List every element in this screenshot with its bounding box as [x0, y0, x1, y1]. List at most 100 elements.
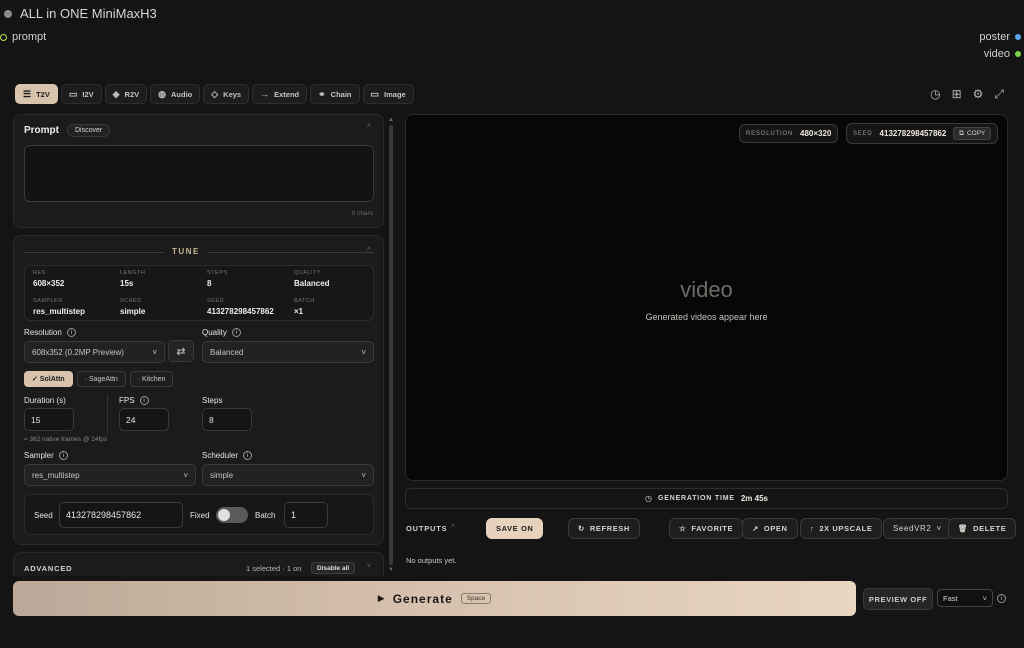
seed-input[interactable]: 413278298457862 [59, 502, 183, 528]
chip-solattn[interactable]: ✓ SolAttn [24, 371, 73, 387]
delete-button[interactable]: 🗑 DELETE [948, 518, 1017, 539]
tab-audio[interactable]: ◍ Audio [150, 84, 201, 104]
seed-label: Seed [34, 511, 53, 520]
summary-quality[interactable]: QUALITY Balanced [286, 266, 373, 293]
scroll-up-icon[interactable]: ▲ [388, 117, 394, 123]
info-icon[interactable]: i [243, 451, 253, 460]
output-port-icon [1015, 34, 1021, 40]
stat-value: ×1 [294, 307, 304, 316]
left-scrollbar[interactable]: ▲ ▼ [388, 117, 394, 573]
quality-select[interactable]: Balanced ˅ [202, 341, 374, 363]
stat-value: 413278298457862 [207, 307, 274, 316]
batch-input[interactable]: 1 [284, 502, 328, 528]
info-icon[interactable]: i [58, 451, 68, 460]
link-icon: ⚭ [318, 88, 326, 99]
tab-keys[interactable]: ◇ Keys [203, 84, 250, 104]
prompt-input[interactable] [24, 145, 374, 202]
duration-label: Duration (s) [24, 396, 66, 405]
star-icon: ☆ [679, 524, 687, 533]
sampler-select[interactable]: res_multistep ˅ [24, 464, 196, 486]
chip-kitchen[interactable]: · Kitchen [129, 371, 174, 387]
resolution-select[interactable]: 608x352 (0.2MP Preview) ˅ [24, 341, 165, 363]
swap-dimensions-button[interactable]: ⇄ [168, 340, 194, 362]
tab-label: Keys [223, 89, 242, 99]
scroll-thumb[interactable] [389, 125, 393, 565]
info-icon[interactable]: i [231, 328, 241, 337]
preview-mode-select[interactable]: Fast ˅ [937, 589, 993, 607]
tune-panel: TUNE ˄ RES 608×352 LENGTH 15s STEPS 8 QUALI… [13, 235, 384, 545]
copy-seed-button[interactable]: ⧉ COPY [953, 127, 992, 140]
clock-icon: ◷ [645, 494, 652, 503]
tab-r2v[interactable]: ◈ R2V [104, 84, 148, 104]
expand-icon[interactable]: ˅ [367, 563, 371, 570]
chevron-down-icon: ˅ [361, 470, 366, 480]
generation-time-bar: ◷ GENERATION TIME 2m 45s [405, 488, 1008, 509]
discover-button[interactable]: Discover [67, 124, 111, 137]
tab-image[interactable]: ▭ Image [362, 84, 414, 104]
steps-input[interactable]: 8 [202, 408, 252, 431]
summary-batch[interactable]: BATCH ×1 [286, 294, 373, 321]
summary-seed[interactable]: SEED 413278298457862 [199, 294, 286, 321]
scroll-down-icon[interactable]: ▼ [388, 567, 394, 573]
gear-icon[interactable]: ⚙ [973, 87, 984, 102]
advanced-panel[interactable]: ADVANCED 1 selected · 1 on Disable all ˅ [13, 552, 384, 576]
prompt-title: Prompt [24, 125, 59, 136]
external-link-icon: ↗ [752, 524, 759, 533]
stat-value: res_multistep [33, 307, 86, 316]
collapse-icon[interactable]: ˄ [367, 246, 371, 253]
upscaler-select[interactable]: SeedVR2 ˅ [883, 518, 952, 539]
summary-sampler[interactable]: SAMPLER res_multistep [25, 294, 112, 321]
summary-sched[interactable]: SCHED simple [112, 294, 199, 321]
node-status-icon [4, 9, 12, 18]
chevron-down-icon: ˅ [361, 347, 366, 357]
stat-key: LENGTH [120, 270, 146, 276]
char-count: 0 chars [351, 210, 373, 217]
image-icon: ▭ [370, 88, 380, 99]
grid-icon[interactable]: ⊞ [952, 87, 962, 102]
tab-chain[interactable]: ⚭ Chain [310, 84, 360, 104]
save-on-toggle[interactable]: SAVE ON [486, 518, 544, 539]
info-icon[interactable]: i [997, 594, 1006, 603]
prompt-panel: Prompt Discover ˄ 0 chars [13, 114, 384, 228]
input-port-label: prompt [12, 31, 47, 43]
tab-t2v[interactable]: ☰ T2V [15, 84, 58, 104]
chevron-down-icon: ˅ [152, 347, 157, 357]
info-icon[interactable]: i [139, 396, 149, 405]
open-button[interactable]: ↗ OPEN [742, 518, 798, 539]
select-value: 608x352 (0.2MP Preview) [32, 347, 124, 357]
copy-label: COPY [966, 130, 986, 137]
advanced-title: ADVANCED [24, 564, 73, 573]
outputs-collapse-icon[interactable]: ˄ [451, 523, 455, 530]
button-label: FAVORITE [691, 524, 734, 533]
collapse-icon[interactable]: ˄ [367, 123, 371, 130]
generate-button[interactable]: ▶ Generate Space [13, 581, 856, 616]
expand-icon[interactable]: ⤢ [994, 87, 1004, 102]
output-port-video[interactable]: video [984, 48, 1021, 60]
chip-sageattn[interactable]: · SageAttn [76, 371, 126, 387]
history-icon[interactable]: ◷ [930, 87, 940, 102]
summary-res[interactable]: RES 608×352 [25, 266, 112, 293]
disable-all-button[interactable]: Disable all [311, 562, 356, 574]
info-icon[interactable]: i [66, 328, 76, 337]
fixed-toggle[interactable] [216, 507, 248, 523]
video-preview: RESOLUTION 480×320 SEED 413278298457862 … [405, 114, 1008, 481]
button-label: DELETE [973, 524, 1007, 533]
favorite-button[interactable]: ☆ FAVORITE [669, 518, 744, 539]
summary-steps[interactable]: STEPS 8 [199, 266, 286, 293]
fps-input[interactable]: 24 [119, 408, 169, 431]
upscale-button[interactable]: ↑ 2X UPSCALE [800, 518, 883, 539]
scheduler-select[interactable]: simple ˅ [202, 464, 374, 486]
refresh-button[interactable]: ↻ REFRESH [568, 518, 640, 539]
tab-extend[interactable]: → Extend [252, 84, 308, 104]
preview-toggle[interactable]: PREVIEW OFF [863, 588, 933, 610]
audio-icon: ◍ [158, 88, 166, 99]
input-port-prompt[interactable]: prompt [0, 31, 46, 43]
tab-i2v[interactable]: ▭ I2V [60, 84, 102, 104]
label-text: Scheduler [202, 451, 239, 460]
stat-value: Balanced [294, 279, 330, 288]
summary-length[interactable]: LENGTH 15s [112, 266, 199, 293]
output-port-poster[interactable]: poster [979, 31, 1021, 43]
label-text: FPS [119, 396, 135, 405]
toggle-knob [218, 509, 230, 521]
duration-input[interactable]: 15 [24, 408, 74, 431]
